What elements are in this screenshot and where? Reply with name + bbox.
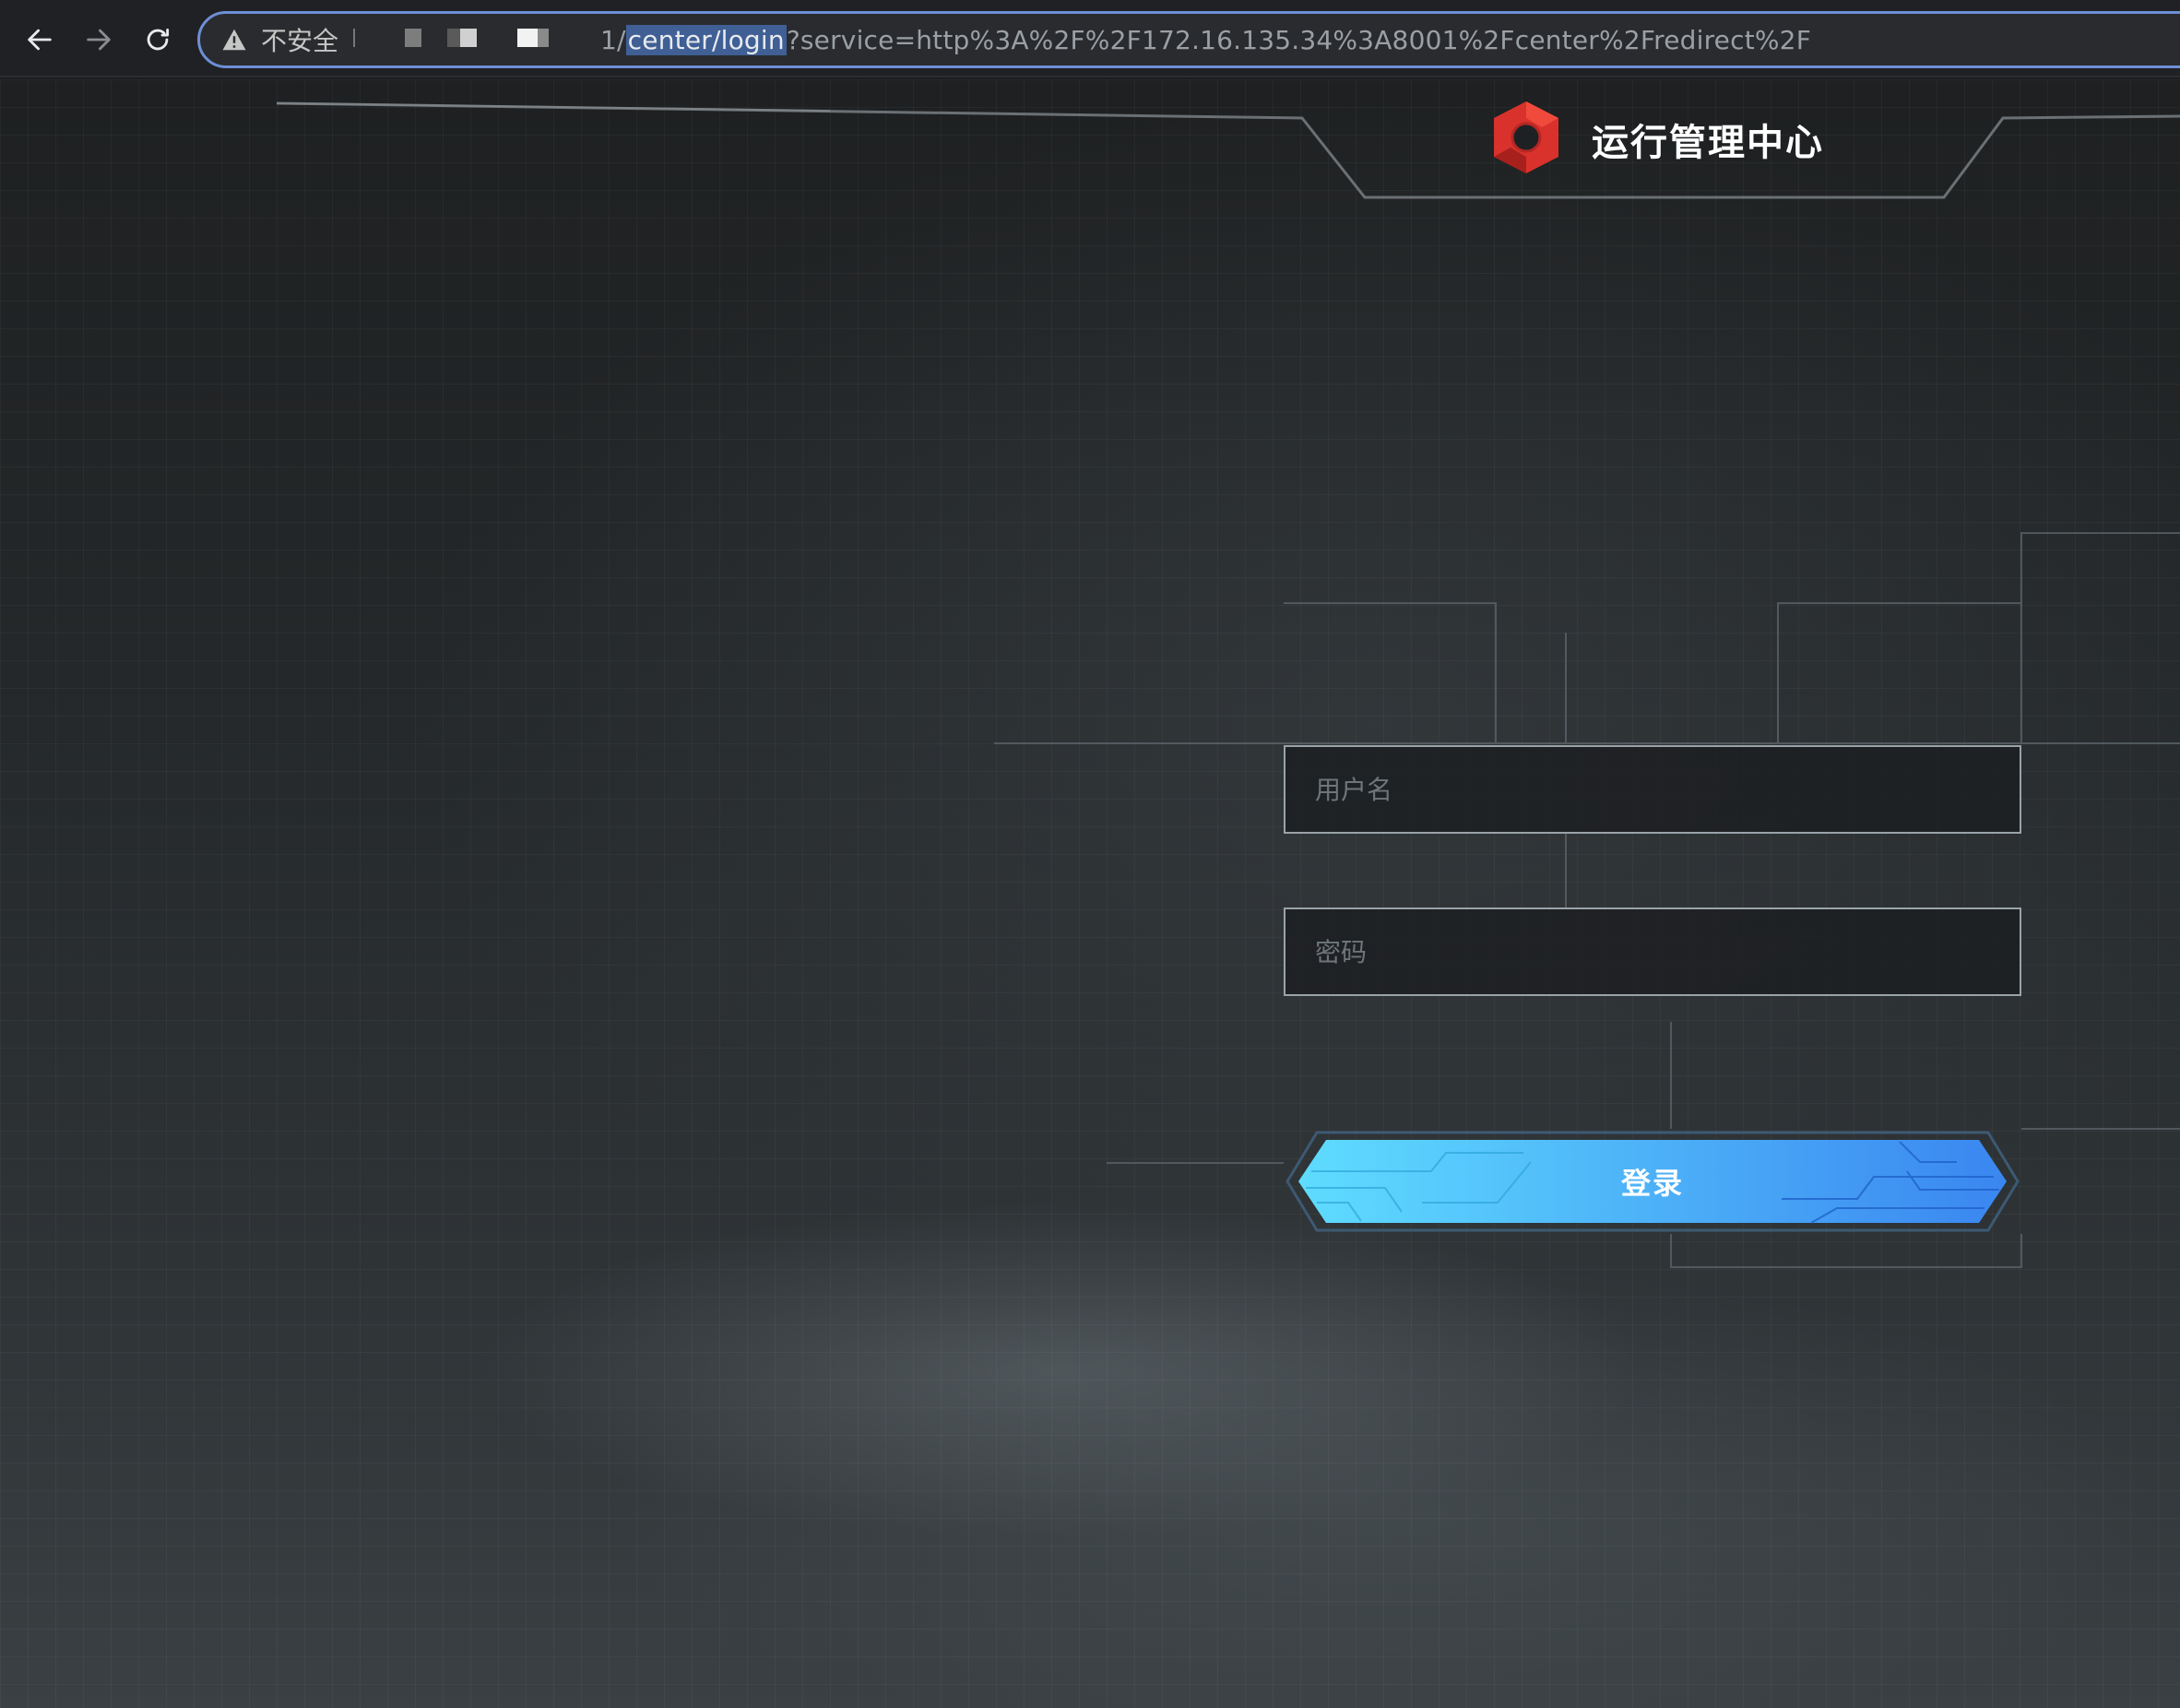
back-button[interactable] — [13, 13, 66, 66]
password-field[interactable] — [1284, 907, 2021, 996]
login-button[interactable]: 登录 — [1284, 1129, 2021, 1234]
decorative-lines — [276, 101, 2180, 1268]
username-field[interactable] — [1284, 745, 2021, 834]
url-host: 1/ — [600, 24, 626, 55]
page-title: 运行管理中心 — [1592, 122, 1824, 164]
app-logo-icon — [1494, 101, 1558, 173]
username-input[interactable] — [1285, 747, 2020, 832]
password-input[interactable] — [1285, 909, 2020, 994]
url-path: center/login — [625, 24, 787, 55]
login-button-label: 登录 — [1620, 1166, 1684, 1201]
reload-button[interactable] — [131, 13, 184, 66]
warning-icon — [222, 29, 246, 51]
arrow-left-icon — [28, 29, 52, 51]
forward-button[interactable] — [72, 13, 125, 66]
browser-toolbar: 不安全 1/center/login?service=http%3A%2F%2F… — [0, 0, 2180, 77]
url-query: ?service=http%3A%2F%2F172.16.135.34%3A80… — [786, 24, 1812, 55]
login-page: 运行管理中心 用户名 登录 — [0, 79, 2180, 1708]
redacted-host — [350, 21, 598, 58]
reload-icon — [147, 28, 170, 51]
address-bar[interactable]: 不安全 1/center/login?service=http%3A%2F%2F… — [197, 11, 2180, 68]
url-text: 1/center/login?service=http%3A%2F%2F172.… — [600, 24, 1812, 55]
arrow-right-icon — [87, 29, 111, 51]
security-status-label[interactable]: 不安全 — [261, 21, 338, 58]
